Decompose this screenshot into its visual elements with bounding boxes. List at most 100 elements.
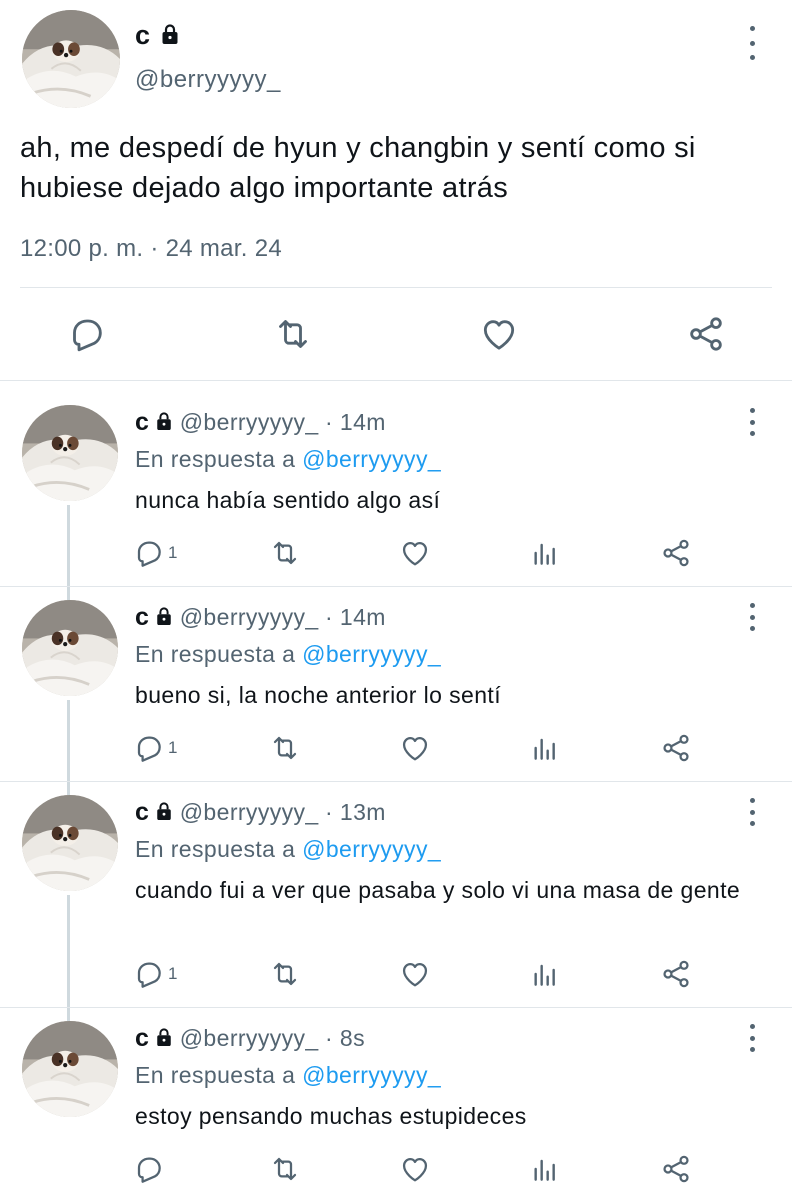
display-name[interactable]: c (135, 603, 149, 631)
divider (20, 287, 772, 288)
reply-button[interactable]: 1 (133, 536, 177, 570)
display-name[interactable]: c (135, 1024, 149, 1052)
divider (0, 586, 792, 587)
share-button[interactable] (659, 731, 693, 765)
reply-button[interactable] (65, 312, 109, 356)
divider (0, 781, 792, 782)
like-button[interactable] (398, 1152, 432, 1186)
share-icon (686, 314, 726, 354)
like-icon (399, 958, 431, 990)
reply-text: nunca había sentido algo así (135, 487, 441, 513)
reply-button[interactable]: 1 (133, 731, 177, 765)
reply-icon (133, 537, 165, 569)
lock-icon (155, 411, 173, 431)
reply-context: En respuesta a @berryyyyy_ (135, 836, 442, 862)
lock-icon (160, 23, 180, 45)
user-handle[interactable]: @berryyyyy_ (180, 799, 319, 825)
like-icon (479, 314, 519, 354)
views-icon (529, 537, 561, 569)
retweet-button[interactable] (268, 1152, 302, 1186)
views-button[interactable] (528, 536, 562, 570)
retweet-icon (273, 314, 313, 354)
share-icon (660, 958, 692, 990)
reply-text: cuando fui a ver que pasaba y solo vi un… (135, 877, 741, 903)
tweet-timestamp[interactable]: 12:00 p. m. · 24 mar. 24 (20, 235, 282, 263)
like-icon (399, 732, 431, 764)
tweet-age: · 14m (325, 409, 386, 435)
tweet-text: ah, me despedí de hyun y changbin y sent… (20, 132, 696, 204)
lock-icon (155, 801, 173, 821)
views-button[interactable] (528, 1152, 562, 1186)
retweet-icon (269, 1153, 301, 1185)
avatar[interactable] (22, 1021, 118, 1117)
share-button[interactable] (659, 957, 693, 991)
views-button[interactable] (528, 731, 562, 765)
retweet-icon (269, 537, 301, 569)
avatar[interactable] (22, 405, 118, 501)
share-button[interactable] (659, 1152, 693, 1186)
reply-count: 1 (168, 738, 178, 757)
reply-header: c @berryyyyy_ · 14m (135, 603, 386, 632)
like-button[interactable] (477, 312, 521, 356)
like-button[interactable] (398, 536, 432, 570)
share-button[interactable] (659, 536, 693, 570)
reply-to-link[interactable]: @berryyyyy_ (302, 641, 441, 667)
more-icon[interactable] (742, 408, 762, 436)
retweet-button[interactable] (268, 731, 302, 765)
views-button[interactable] (528, 957, 562, 991)
user-handle[interactable]: @berryyyyy_ (180, 1025, 319, 1051)
views-icon (529, 1153, 561, 1185)
avatar[interactable] (22, 10, 120, 108)
avatar[interactable] (22, 795, 118, 891)
share-button[interactable] (684, 312, 728, 356)
reply-icon (133, 732, 165, 764)
like-icon (399, 1153, 431, 1185)
reply-context: En respuesta a @berryyyyy_ (135, 1062, 442, 1088)
retweet-icon (269, 958, 301, 990)
reply-context: En respuesta a @berryyyyy_ (135, 641, 442, 667)
divider (0, 380, 792, 381)
lock-icon (155, 1027, 173, 1047)
thread-line (67, 895, 70, 1021)
retweet-icon (269, 732, 301, 764)
share-icon (660, 537, 692, 569)
retweet-button[interactable] (268, 536, 302, 570)
reply-button[interactable] (133, 1152, 168, 1186)
reply-count: 1 (168, 964, 178, 983)
more-icon[interactable] (742, 1024, 762, 1052)
user-handle[interactable]: @berryyyyy_ (135, 66, 281, 94)
like-button[interactable] (398, 731, 432, 765)
tweet-age: · 8s (325, 1025, 365, 1051)
more-icon[interactable] (742, 798, 762, 826)
divider (0, 1007, 792, 1008)
reply-icon (67, 314, 107, 354)
like-button[interactable] (398, 957, 432, 991)
user-handle[interactable]: @berryyyyy_ (180, 604, 319, 630)
share-icon (660, 732, 692, 764)
reply-header: c @berryyyyy_ · 13m (135, 798, 386, 827)
reply-count: 1 (168, 543, 178, 562)
reply-header: c @berryyyyy_ · 8s (135, 1024, 365, 1053)
views-icon (529, 958, 561, 990)
reply-text: estoy pensando muchas estupideces (135, 1103, 527, 1129)
reply-text: bueno si, la noche anterior lo sentí (135, 682, 502, 708)
retweet-button[interactable] (268, 957, 302, 991)
retweet-button[interactable] (271, 312, 315, 356)
reply-to-link[interactable]: @berryyyyy_ (302, 1062, 441, 1088)
user-handle[interactable]: @berryyyyy_ (180, 409, 319, 435)
reply-to-link[interactable]: @berryyyyy_ (302, 836, 441, 862)
more-icon[interactable] (742, 26, 762, 60)
display-name[interactable]: c (135, 20, 180, 51)
more-icon[interactable] (742, 603, 762, 631)
avatar[interactable] (22, 600, 118, 696)
reply-icon (133, 1153, 165, 1185)
display-name[interactable]: c (135, 798, 149, 826)
reply-button[interactable]: 1 (133, 957, 177, 991)
display-name[interactable]: c (135, 408, 149, 436)
share-icon (660, 1153, 692, 1185)
reply-to-link[interactable]: @berryyyyy_ (302, 446, 441, 472)
like-icon (399, 537, 431, 569)
tweet-age: · 14m (325, 604, 386, 630)
reply-icon (133, 958, 165, 990)
reply-context: En respuesta a @berryyyyy_ (135, 446, 442, 472)
